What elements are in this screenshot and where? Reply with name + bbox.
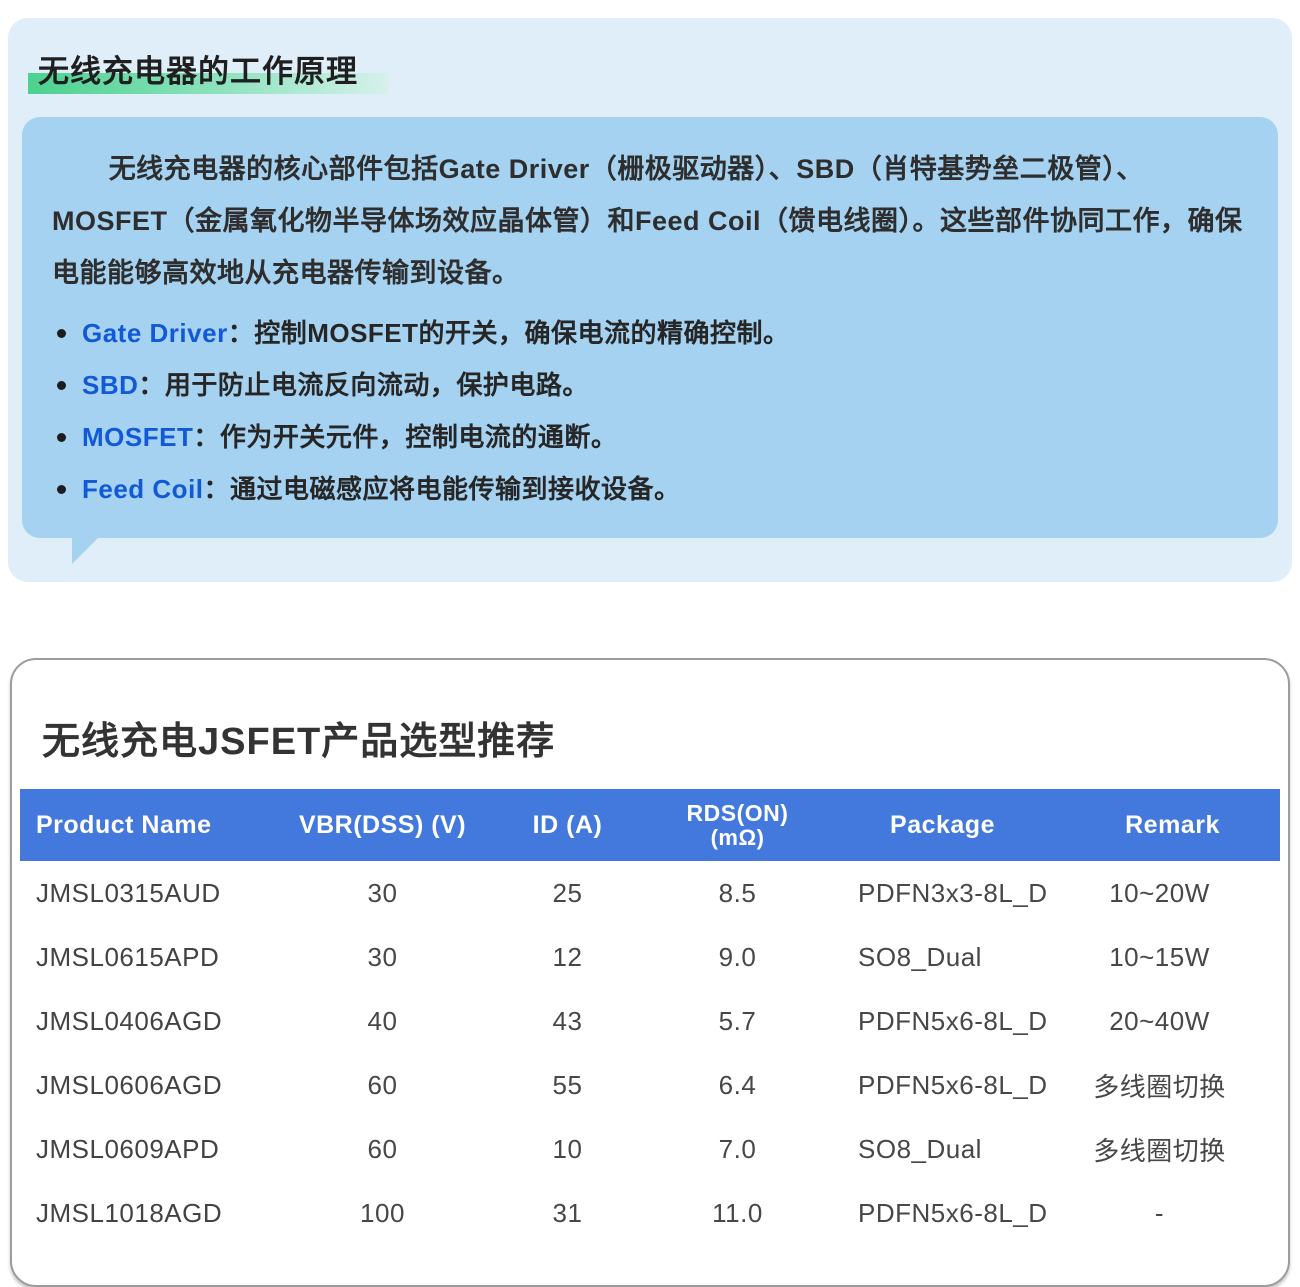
cell-package: PDFN3x3-8L_D (820, 861, 1065, 925)
cell-product-name: JMSL0606AGD (20, 1053, 285, 1117)
list-item: MOSFET：作为开关元件，控制电流的通断。 (52, 420, 1248, 455)
column-header-package: Package (820, 789, 1065, 861)
bullet-dot-icon (57, 485, 66, 494)
cell-id: 43 (480, 989, 655, 1053)
product-table-body: JMSL0315AUD 30 25 8.5 PDFN3x3-8L_D 10~20… (20, 861, 1280, 1245)
bullet-dot-icon (57, 433, 66, 442)
cell-package: PDFN5x6-8L_D (820, 989, 1065, 1053)
cell-package: SO8_Dual (820, 1117, 1065, 1181)
list-item: Gate Driver：控制MOSFET的开关，确保电流的精确控制。 (52, 316, 1248, 351)
table-header-row: Product Name VBR(DSS) (V) ID (A) RDS(ON)… (20, 789, 1280, 861)
cell-remark: 10~20W (1065, 861, 1280, 925)
cell-rds: 5.7 (655, 989, 820, 1053)
cell-rds: 6.4 (655, 1053, 820, 1117)
bullet-term: Gate Driver (82, 318, 228, 348)
bubble-tail (72, 537, 99, 564)
cell-vbr: 30 (285, 861, 480, 925)
bullet-term: SBD (82, 370, 138, 400)
rds-label: RDS(ON) (655, 800, 820, 826)
table-row: JMSL1018AGD 100 31 11.0 PDFN5x6-8L_D - (20, 1181, 1280, 1245)
bullet-desc: ：用于防止电流反向流动，保护电路。 (138, 370, 589, 400)
cell-product-name: JMSL0406AGD (20, 989, 285, 1053)
bullet-desc: ：作为开关元件，控制电流的通断。 (193, 422, 617, 452)
column-header-product-name: Product Name (20, 789, 285, 861)
bullet-term: MOSFET (82, 422, 193, 452)
intro-bubble: 无线充电器的核心部件包括Gate Driver（栅极驱动器）、SBD（肖特基势垒… (22, 117, 1278, 538)
cell-package: SO8_Dual (820, 925, 1065, 989)
cell-product-name: JMSL0609APD (20, 1117, 285, 1181)
cell-remark: 20~40W (1065, 989, 1280, 1053)
cell-vbr: 60 (285, 1117, 480, 1181)
page-title-text: 无线充电器的工作原理 (38, 54, 358, 89)
product-selection-card: 无线充电JSFET产品选型推荐 Product Name VBR(DSS) (V… (10, 658, 1290, 1287)
bullet-dot-icon (57, 381, 66, 390)
cell-id: 31 (480, 1181, 655, 1245)
column-header-vbr: VBR(DSS) (V) (285, 789, 480, 861)
cell-vbr: 100 (285, 1181, 480, 1245)
table-row: JMSL0406AGD 40 43 5.7 PDFN5x6-8L_D 20~40… (20, 989, 1280, 1053)
bullet-desc: ：控制MOSFET的开关，确保电流的精确控制。 (228, 318, 790, 348)
cell-product-name: JMSL0315AUD (20, 861, 285, 925)
cell-product-name: JMSL1018AGD (20, 1181, 285, 1245)
rds-unit-label: (mΩ) (655, 826, 820, 850)
cell-rds: 8.5 (655, 861, 820, 925)
card-title: 无线充电JSFET产品选型推荐 (42, 710, 1280, 765)
cell-vbr: 30 (285, 925, 480, 989)
cell-remark: 10~15W (1065, 925, 1280, 989)
cell-package: PDFN5x6-8L_D (820, 1181, 1065, 1245)
product-table: Product Name VBR(DSS) (V) ID (A) RDS(ON)… (20, 789, 1280, 1245)
bullet-term: Feed Coil (82, 474, 204, 504)
cell-id: 12 (480, 925, 655, 989)
cell-package: PDFN5x6-8L_D (820, 1053, 1065, 1117)
intro-paragraph: 无线充电器的核心部件包括Gate Driver（栅极驱动器）、SBD（肖特基势垒… (52, 143, 1248, 299)
bullet-dot-icon (57, 329, 66, 338)
cell-id: 10 (480, 1117, 655, 1181)
cell-remark: 多线圈切换 (1065, 1053, 1280, 1117)
bullet-desc: ：通过电磁感应将电能传输到接收设备。 (204, 474, 681, 504)
cell-rds: 11.0 (655, 1181, 820, 1245)
cell-vbr: 40 (285, 989, 480, 1053)
cell-vbr: 60 (285, 1053, 480, 1117)
cell-rds: 7.0 (655, 1117, 820, 1181)
cell-rds: 9.0 (655, 925, 820, 989)
table-row: JMSL0609APD 60 10 7.0 SO8_Dual 多线圈切换 (20, 1117, 1280, 1181)
column-header-remark: Remark (1065, 789, 1280, 861)
table-row: JMSL0315AUD 30 25 8.5 PDFN3x3-8L_D 10~20… (20, 861, 1280, 925)
page-title: 无线充电器的工作原理 (38, 46, 358, 91)
cell-remark: 多线圈切换 (1065, 1117, 1280, 1181)
column-header-id: ID (A) (480, 789, 655, 861)
component-bullet-list: Gate Driver：控制MOSFET的开关，确保电流的精确控制。 SBD：用… (52, 316, 1248, 507)
list-item: Feed Coil：通过电磁感应将电能传输到接收设备。 (52, 472, 1248, 507)
column-header-rds: RDS(ON) (mΩ) (655, 789, 820, 861)
hero-section: 无线充电器的工作原理 无线充电器的核心部件包括Gate Driver（栅极驱动器… (8, 18, 1292, 582)
cell-id: 55 (480, 1053, 655, 1117)
table-row: JMSL0606AGD 60 55 6.4 PDFN5x6-8L_D 多线圈切换 (20, 1053, 1280, 1117)
cell-id: 25 (480, 861, 655, 925)
cell-remark: - (1065, 1181, 1280, 1245)
list-item: SBD：用于防止电流反向流动，保护电路。 (52, 368, 1248, 403)
table-row: JMSL0615APD 30 12 9.0 SO8_Dual 10~15W (20, 925, 1280, 989)
cell-product-name: JMSL0615APD (20, 925, 285, 989)
